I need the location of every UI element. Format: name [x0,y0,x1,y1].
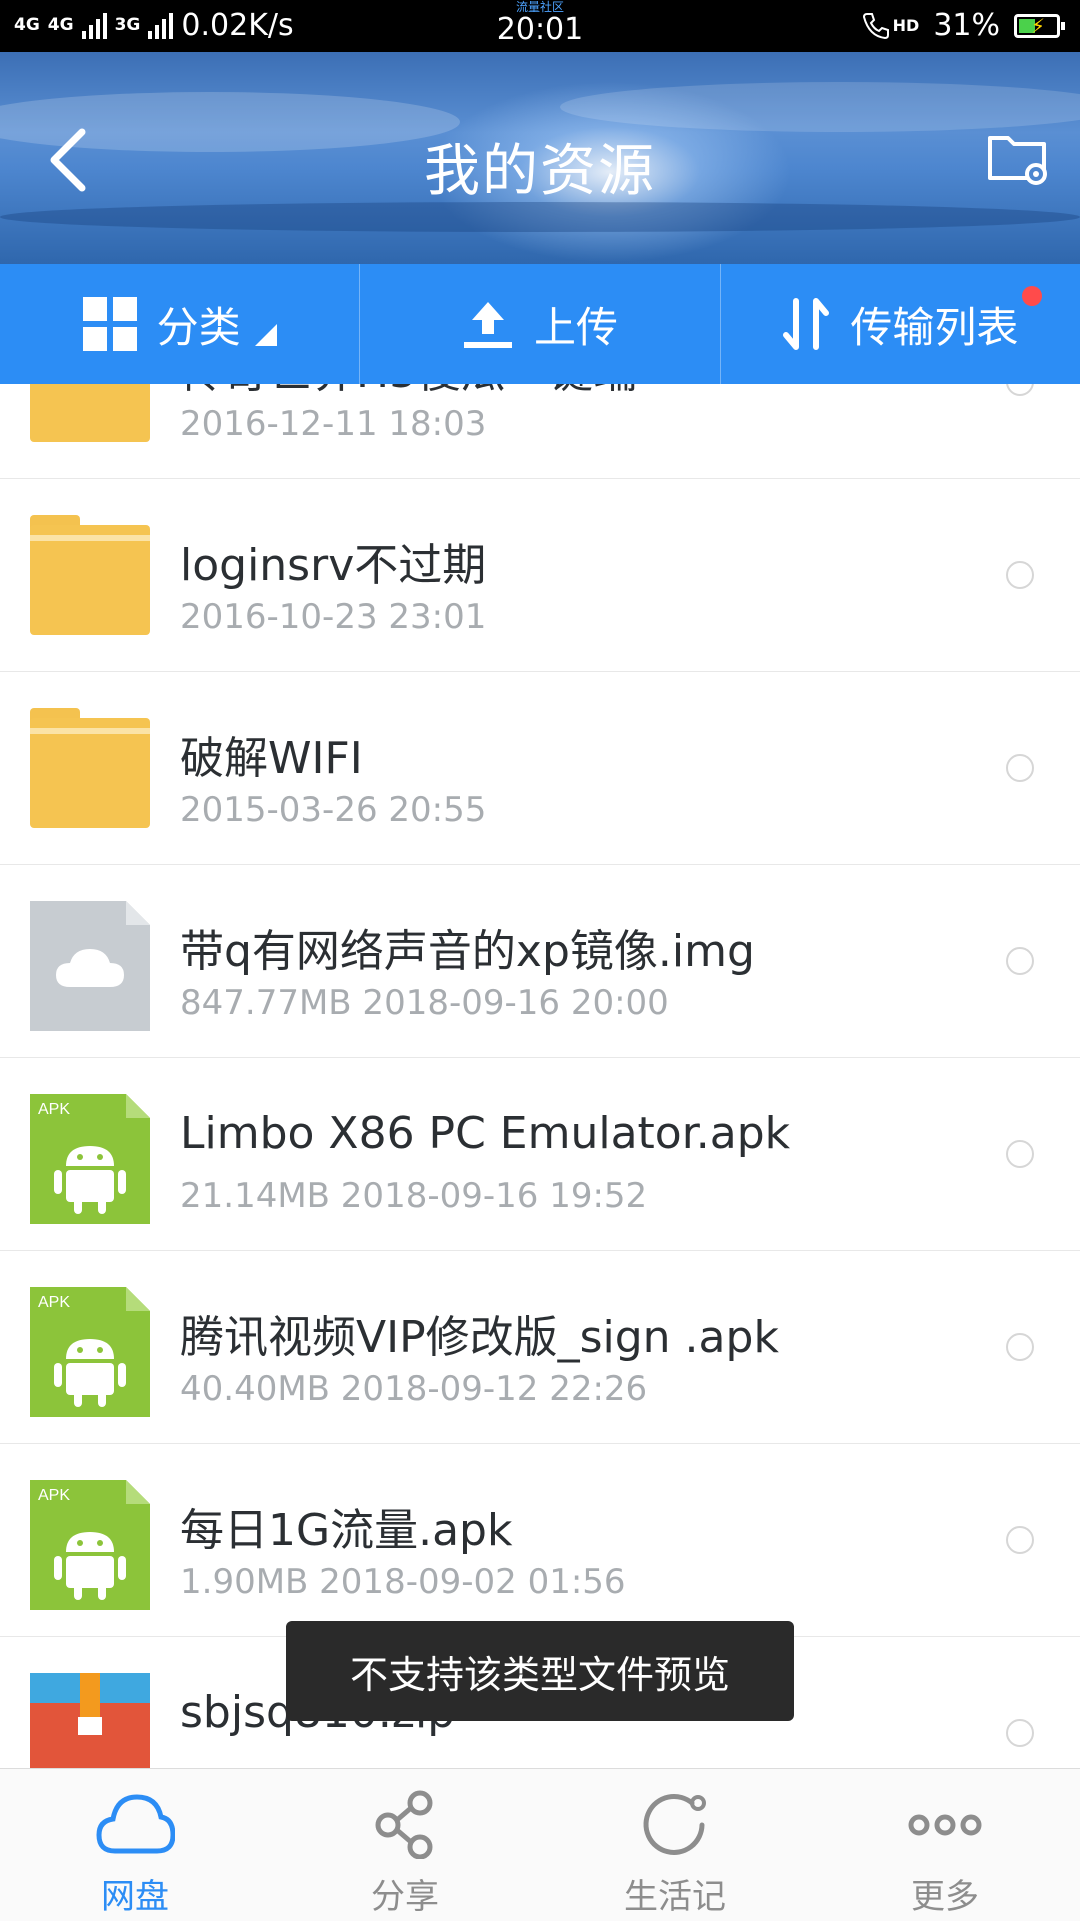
select-radio[interactable] [1006,947,1034,975]
file-meta: 2016-12-11 18:03 [180,404,487,444]
toast-message: 不支持该类型文件预览 [286,1621,794,1721]
select-radio[interactable] [1006,1719,1034,1747]
folder-icon [30,708,150,838]
select-radio[interactable] [1006,754,1034,782]
file-list[interactable]: 传奇世界H5傻瓜一键端 2016-12-11 18:03 loginsrv不过期… [0,384,1080,1768]
apk-badge: APK [38,1294,70,1311]
status-bar: 4G 4G 3G 0.02K/s 流量社区 20:01 HD 31% ⚡ [0,0,1080,52]
notification-dot [1021,286,1042,306]
select-radio[interactable] [1006,384,1034,396]
select-radio[interactable] [1006,561,1034,589]
file-meta: 2015-03-26 20:55 [180,790,487,830]
apk-badge: APK [38,1101,70,1118]
category-button[interactable]: 分类 [0,264,359,384]
file-meta: 21.14MB 2018-09-16 19:52 [180,1176,648,1216]
battery-percent: 31% [933,8,1000,43]
cloud-icon [96,1794,175,1854]
file-name: 腾讯视频VIP修改版_sign .apk [180,1312,779,1363]
select-radio[interactable] [1006,1526,1034,1554]
battery-icon: ⚡ [1014,13,1065,38]
folder-settings-icon[interactable] [986,126,1050,190]
hd-label: HD [892,16,920,35]
hd-call-icon: HD [861,11,920,41]
bottom-nav: 网盘 分享 生活记 更多 [0,1768,1080,1921]
upload-icon [463,302,512,348]
list-item[interactable]: APK 每日1G流量.apk 1.90MB 2018-09-02 01:56 [0,1444,1080,1637]
nav-disk[interactable]: 网盘 [0,1769,270,1921]
status-right: HD 31% ⚡ [861,8,1065,43]
zip-file-icon [30,1673,150,1768]
share-icon [375,1790,433,1859]
more-icon [908,1814,982,1836]
transfer-list-button[interactable]: 传输列表 [719,264,1080,384]
nav-share-label: 分享 [371,1877,439,1917]
apk-badge: APK [38,1487,70,1504]
file-meta: 1.90MB 2018-09-02 01:56 [180,1562,626,1602]
dropdown-triangle-icon [254,324,277,346]
list-item[interactable]: 传奇世界H5傻瓜一键端 2016-12-11 18:03 [0,384,1080,479]
nav-life[interactable]: 生活记 [540,1769,810,1921]
category-label: 分类 [156,302,241,352]
header: 我的资源 [0,52,1080,264]
list-item[interactable]: loginsrv不过期 2016-10-23 23:01 [0,479,1080,672]
grid-icon [82,297,137,351]
apk-file-icon: APK [30,1480,150,1610]
select-radio[interactable] [1006,1333,1034,1361]
folder-icon [30,515,150,645]
list-item[interactable]: 带q有网络声音的xp镜像.img 847.77MB 2018-09-16 20:… [0,865,1080,1058]
nav-more[interactable]: 更多 [810,1769,1080,1921]
folder-icon [30,384,150,452]
file-meta: 847.77MB 2018-09-16 20:00 [180,983,669,1023]
file-name: loginsrv不过期 [180,540,487,591]
file-name: 传奇世界H5傻瓜一键端 [180,384,637,400]
file-meta: 40.40MB 2018-09-12 22:26 [180,1369,648,1409]
nav-life-label: 生活记 [624,1877,726,1917]
list-item[interactable]: APK 腾讯视频VIP修改版_sign .apk 40.40MB 2018-09… [0,1251,1080,1444]
file-name: 每日1G流量.apk [180,1505,513,1556]
toolbar: 分类 上传 传输列表 [0,264,1080,384]
nav-more-label: 更多 [911,1877,979,1917]
life-record-icon [643,1794,706,1855]
apk-file-icon: APK [30,1287,150,1417]
file-name: 带q有网络声音的xp镜像.img [180,926,755,977]
file-name: Limbo X86 PC Emulator.apk [180,1108,791,1159]
nav-share[interactable]: 分享 [270,1769,540,1921]
page-title: 我的资源 [424,139,656,204]
list-item[interactable]: APK Limbo X86 PC Emulator.apk 21.14MB 20… [0,1058,1080,1251]
file-meta: 2016-10-23 23:01 [180,597,487,637]
transfer-label: 传输列表 [850,302,1019,352]
transfer-icon [783,298,830,350]
cloud-file-icon [30,901,150,1031]
file-name: 破解WIFI [180,733,363,784]
apk-file-icon: APK [30,1094,150,1224]
list-item[interactable]: 破解WIFI 2015-03-26 20:55 [0,672,1080,865]
nav-disk-label: 网盘 [101,1877,169,1917]
select-radio[interactable] [1006,1140,1034,1168]
upload-label: 上传 [533,302,618,352]
upload-button[interactable]: 上传 [359,264,719,384]
